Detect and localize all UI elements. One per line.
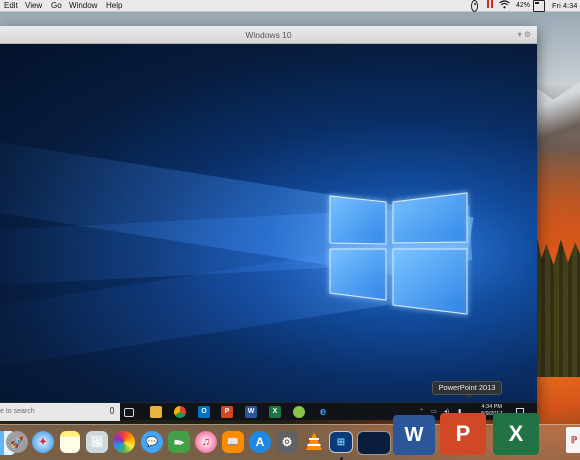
search-placeholder: e to search <box>0 408 35 415</box>
wifi-icon[interactable] <box>499 0 510 12</box>
windows-clock-time: 4:34 PM <box>481 404 502 410</box>
dock-excel-icon[interactable]: X <box>493 413 539 455</box>
menu-help[interactable]: Help <box>106 0 122 12</box>
outlook-icon[interactable]: O <box>198 406 210 418</box>
microphone-icon[interactable] <box>110 407 114 414</box>
edge-icon[interactable]: e <box>317 406 329 418</box>
dock-safari-icon[interactable]: ✦ <box>32 431 54 453</box>
mac-dock: 🚀 ✦ 🖼 💬 ■▸ ♫ 📖 A ⚙ ⊞ W P X ℙ <box>0 413 580 460</box>
dock-vlc-icon[interactable] <box>303 431 325 453</box>
wallpaper-trees <box>532 237 580 377</box>
menu-go[interactable]: Go <box>51 0 62 12</box>
dock-launchpad-icon[interactable]: 🚀 <box>6 431 28 453</box>
menu-window[interactable]: Window <box>69 0 97 12</box>
xbox-icon[interactable] <box>293 406 305 418</box>
dock-system-preferences-icon[interactable]: ⚙ <box>276 431 298 453</box>
vm-window-title: Windows 10 <box>245 30 292 40</box>
cortana-search-box[interactable]: e to search <box>0 403 120 421</box>
chrome-icon[interactable] <box>174 406 186 418</box>
excel-taskbar-icon[interactable]: X <box>269 406 281 418</box>
mac-menu-bar: Edit View Go Window Help 42% Fri 4:34 P <box>0 0 580 12</box>
dock-notes-icon[interactable] <box>60 431 80 453</box>
dock-windows-10-icon[interactable]: ⊞ <box>329 431 353 453</box>
vm-settings-icon[interactable]: ▾ ⚙ <box>518 26 531 44</box>
powerpoint-taskbar-icon[interactable]: P <box>221 406 233 418</box>
dock-messages-icon[interactable]: 💬 <box>141 431 163 453</box>
menu-view[interactable]: View <box>25 0 42 12</box>
dock-photos-icon[interactable] <box>113 431 135 453</box>
word-taskbar-icon[interactable]: W <box>245 406 257 418</box>
parallels-status-icon[interactable] <box>487 0 493 12</box>
vm-titlebar[interactable]: Windows 10 ▾ ⚙ <box>0 26 537 44</box>
dock-word-icon[interactable]: W <box>393 415 435 455</box>
windows-desktop[interactable] <box>0 44 537 402</box>
dock-app-store-icon[interactable]: A <box>249 431 271 453</box>
vm-window: Windows 10 ▾ ⚙ e to search O P W X e ⌃ ▭… <box>0 26 537 421</box>
menu-edit[interactable]: Edit <box>4 0 18 12</box>
dock-itunes-icon[interactable]: ♫ <box>195 431 217 453</box>
task-view-icon[interactable] <box>124 408 134 417</box>
file-explorer-icon[interactable] <box>150 406 162 418</box>
menu-clock[interactable]: Fri 4:34 P <box>552 0 580 12</box>
dock-pdf-icon[interactable]: ℙ <box>566 427 580 453</box>
dock-ibooks-icon[interactable]: 📖 <box>222 431 244 453</box>
dock-powerpoint-icon[interactable]: P <box>440 413 486 455</box>
dock-parallels-screen-icon[interactable] <box>357 431 391 455</box>
battery-percent: 42% <box>516 2 531 9</box>
windows-logo-icon <box>329 192 468 315</box>
screen-record-icon[interactable] <box>471 0 478 12</box>
battery-icon[interactable] <box>533 0 545 12</box>
dock-facetime-icon[interactable]: ■▸ <box>168 431 190 453</box>
dock-preview-icon[interactable]: 🖼 <box>86 431 108 453</box>
dock-tooltip: PowerPoint 2013 <box>432 381 502 399</box>
